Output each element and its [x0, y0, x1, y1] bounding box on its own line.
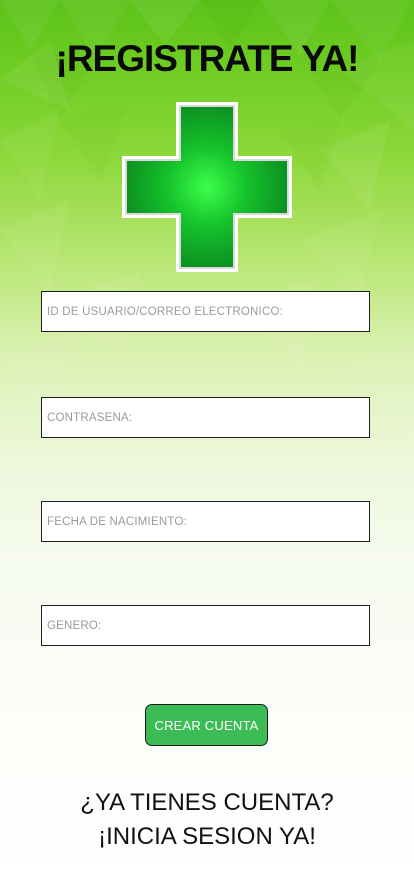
password-field[interactable]	[41, 397, 370, 438]
birthdate-field[interactable]	[41, 501, 370, 542]
page-title: ¡REGISTRATE YA!	[55, 38, 360, 79]
user-email-field[interactable]	[41, 291, 370, 332]
gender-field[interactable]	[41, 605, 370, 646]
have-account-text: ¿YA TIENES CUENTA?	[80, 789, 334, 816]
pharmacy-cross-icon	[122, 102, 292, 272]
create-account-button[interactable]: CREAR CUENTA	[145, 704, 268, 746]
login-link[interactable]: ¡INICIA SESION YA!	[0, 820, 414, 854]
